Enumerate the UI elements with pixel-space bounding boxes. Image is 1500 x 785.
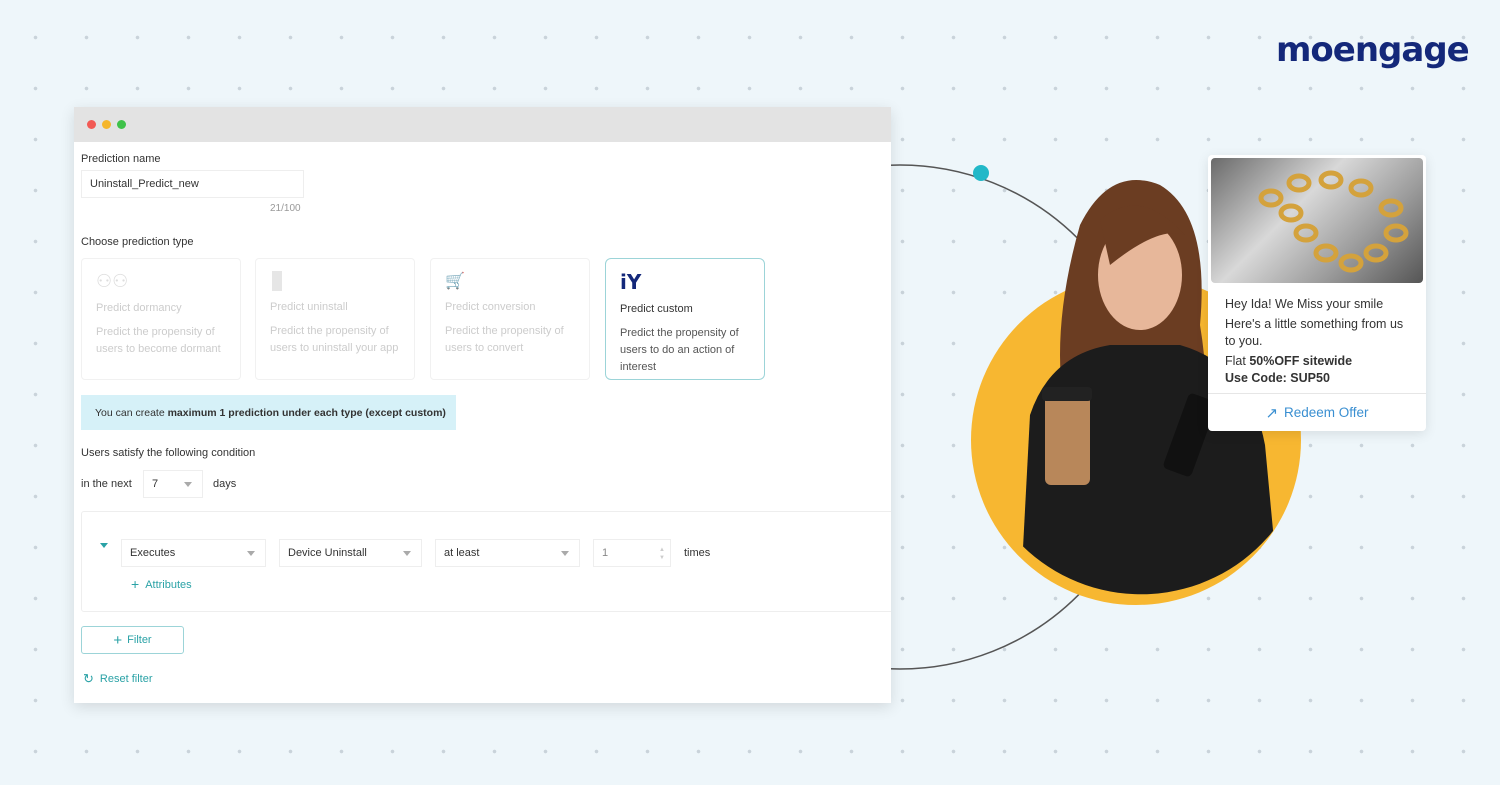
attributes-label: Attributes (145, 579, 192, 591)
external-link-icon: ↗ (1265, 404, 1279, 422)
days-select[interactable]: 7 (143, 470, 203, 498)
times-label: times (684, 547, 711, 559)
minimize-window-button[interactable] (102, 120, 111, 129)
info-bold: maximum 1 prediction under each type (ex… (167, 406, 446, 419)
card-desc: Predict the propensity of users to do an… (620, 327, 739, 373)
card-desc: Predict the propensity of users to becom… (96, 326, 221, 355)
info-text: You can create (95, 406, 168, 419)
chevron-down-icon (184, 482, 192, 487)
offer-text: 50%OFF sitewide (1249, 354, 1353, 368)
prediction-type-label: Choose prediction type (81, 236, 194, 248)
bracelet-image (1211, 158, 1423, 283)
cart-icon: 🛒 (445, 273, 465, 290)
type-card-custom[interactable]: iΥ Predict custom Predict the propensity… (605, 258, 765, 380)
notification-greeting: Hey Ida! We Miss your smile (1225, 297, 1384, 311)
redeem-offer-button[interactable]: ↗ Redeem Offer (1208, 393, 1426, 431)
info-banner: You can create maximum 1 prediction unde… (81, 395, 456, 430)
app-window: Prediction name Uninstall_Predict_new 21… (74, 107, 891, 703)
action-select[interactable]: Executes (121, 539, 266, 567)
in-next-label: in the next (81, 478, 132, 490)
stepper-arrows-icon[interactable]: ▲ ▼ (659, 546, 665, 562)
card-title: Predict conversion (445, 301, 536, 313)
moengage-logo: moengage (1276, 30, 1470, 70)
collapse-caret-icon[interactable] (100, 543, 108, 548)
days-value: 7 (152, 478, 159, 490)
prediction-name-input[interactable]: Uninstall_Predict_new (81, 170, 304, 198)
card-desc: Predict the propensity of users to unins… (270, 325, 399, 354)
type-card-conversion[interactable]: 🛒 Predict conversion Predict the propens… (430, 258, 590, 380)
card-desc: Predict the propensity of users to conve… (445, 325, 564, 354)
name-counter: 21/100 (270, 203, 301, 214)
event-select[interactable]: Device Uninstall (279, 539, 422, 567)
filter-label: Filter (127, 634, 152, 646)
plus-icon: + (113, 631, 123, 649)
people-icon: ⚇⚇ (96, 271, 129, 291)
days-label: days (213, 478, 237, 490)
tools-icon: iΥ (620, 270, 642, 294)
card-title: Predict dormancy (96, 302, 182, 314)
chevron-down-icon (561, 551, 569, 556)
condition-label: Users satisfy the following condition (81, 447, 256, 459)
add-filter-button[interactable]: + Filter (81, 626, 184, 654)
redeem-label: Redeem Offer (1284, 405, 1369, 420)
reset-filter-button[interactable]: ↻ Reset filter (83, 671, 153, 686)
push-notification-card: Hey Ida! We Miss your smile Here's a lit… (1208, 155, 1426, 431)
notification-offer: Flat 50%OFF sitewide (1225, 353, 1409, 370)
trash-icon (272, 271, 282, 291)
notification-message: Here's a little something from us to you… (1225, 317, 1404, 348)
add-attributes-button[interactable]: + Attributes (131, 576, 192, 592)
card-title: Predict custom (620, 303, 693, 315)
title-bar (74, 107, 891, 142)
card-title: Predict uninstall (270, 301, 348, 313)
maximize-window-button[interactable] (117, 120, 126, 129)
count-stepper[interactable]: 1 ▲ ▼ (593, 539, 671, 567)
reset-label: Reset filter (99, 673, 153, 685)
type-card-dormancy[interactable]: ⚇⚇ Predict dormancy Predict the propensi… (81, 258, 241, 380)
prediction-name-label: Prediction name (81, 153, 161, 165)
chevron-down-icon (403, 551, 411, 556)
plus-icon: + (131, 576, 140, 592)
type-card-uninstall[interactable]: Predict uninstall Predict the propensity… (255, 258, 415, 380)
action-value: Executes (130, 547, 176, 559)
coupon-code: Use Code: SUP50 (1225, 371, 1330, 385)
operator-select[interactable]: at least (435, 539, 580, 567)
operator-value: at least (444, 547, 480, 559)
flat-text: Flat (1225, 354, 1250, 368)
condition-block: Executes Device Uninstall at least 1 ▲ ▼ t… (81, 511, 891, 612)
chevron-down-icon (247, 551, 255, 556)
close-window-button[interactable] (87, 120, 96, 129)
event-value: Device Uninstall (288, 547, 367, 559)
count-value: 1 (602, 547, 609, 559)
reset-icon: ↻ (83, 671, 94, 686)
